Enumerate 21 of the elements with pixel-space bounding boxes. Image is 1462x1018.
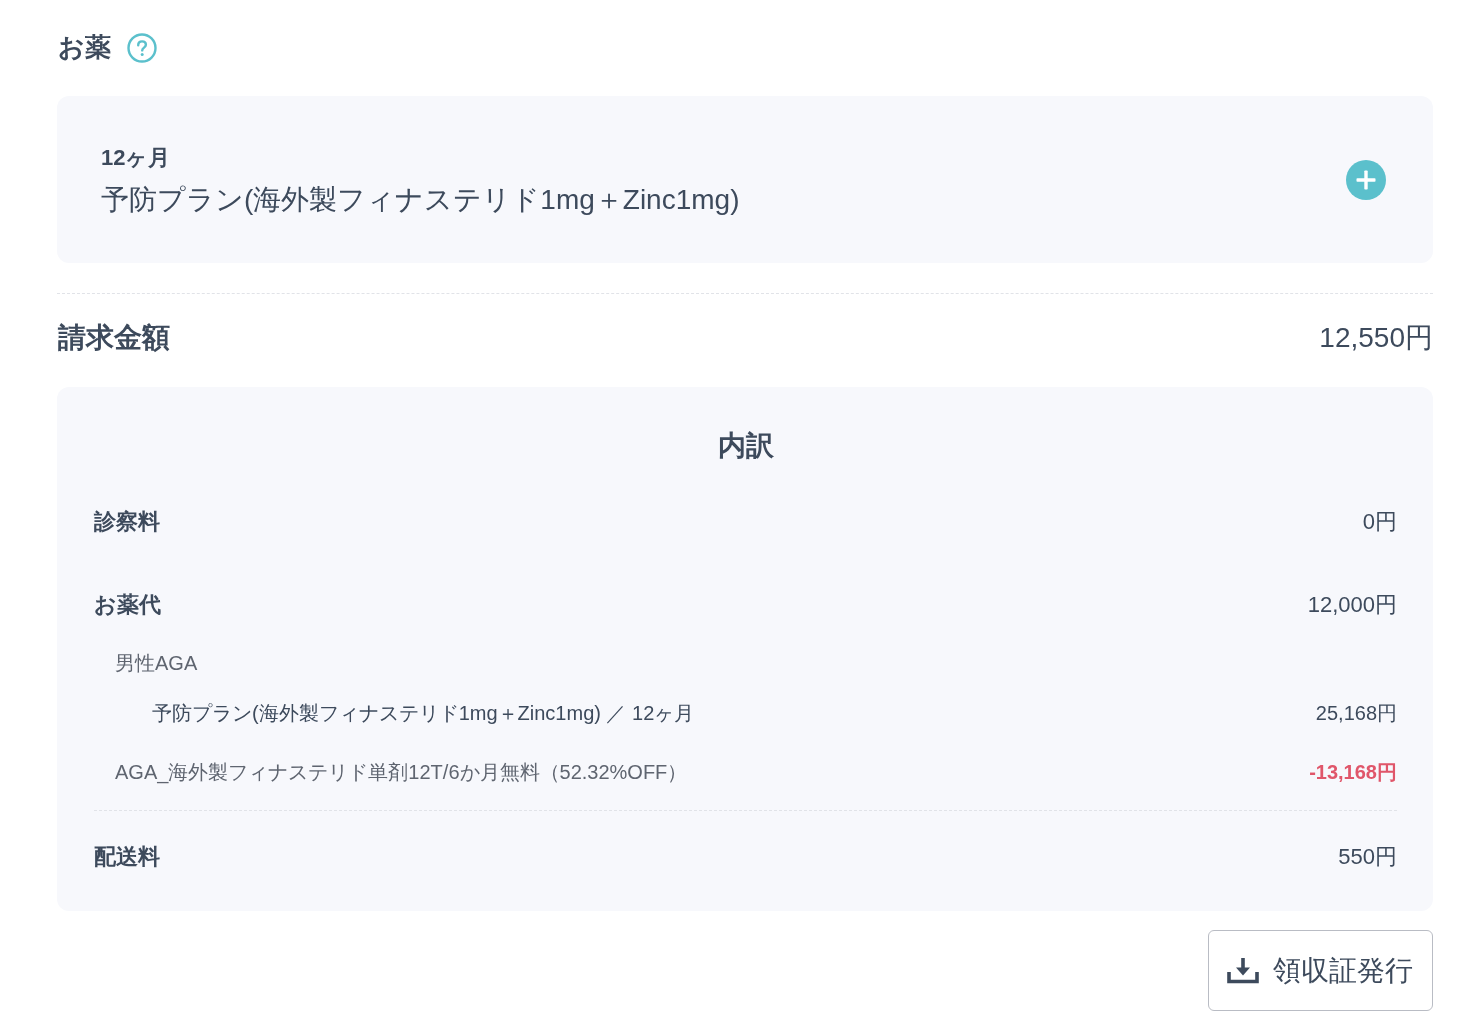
discount-label: AGA_海外製フィナステリド単剤12T/6か月無料（52.32%OFF） [115, 760, 688, 786]
billing-label: 請求金額 [58, 321, 170, 355]
fee-label: お薬代 [94, 591, 161, 619]
help-icon[interactable] [127, 32, 157, 63]
receipt-button[interactable]: 領収証発行 [1208, 930, 1433, 1011]
section-title: お薬 [58, 31, 111, 64]
fee-label: 診察料 [94, 508, 160, 536]
fee-amount: 12,000円 [1307, 591, 1397, 619]
billing-amount: 12,550円 [1319, 321, 1433, 355]
item-label: 予防プラン(海外製フィナステリド1mg＋Zinc1mg) ／ 12ヶ月 [152, 701, 695, 726]
breakdown-title: 内訳 [717, 429, 774, 463]
plan-name: 予防プラン(海外製フィナステリド1mg＋Zinc1mg) [101, 182, 740, 217]
fee-amount: 550円 [1338, 843, 1397, 871]
fee-amount: 0円 [1362, 508, 1397, 536]
fee-label: 配送料 [94, 843, 160, 871]
category-label: 男性AGA [115, 651, 198, 676]
item-amount: 25,168円 [1315, 701, 1397, 726]
plan-duration: 12ヶ月 [101, 143, 172, 172]
discount-amount: -13,168円 [1309, 760, 1397, 785]
download-icon [1227, 957, 1259, 984]
plus-icon[interactable] [1346, 159, 1386, 200]
